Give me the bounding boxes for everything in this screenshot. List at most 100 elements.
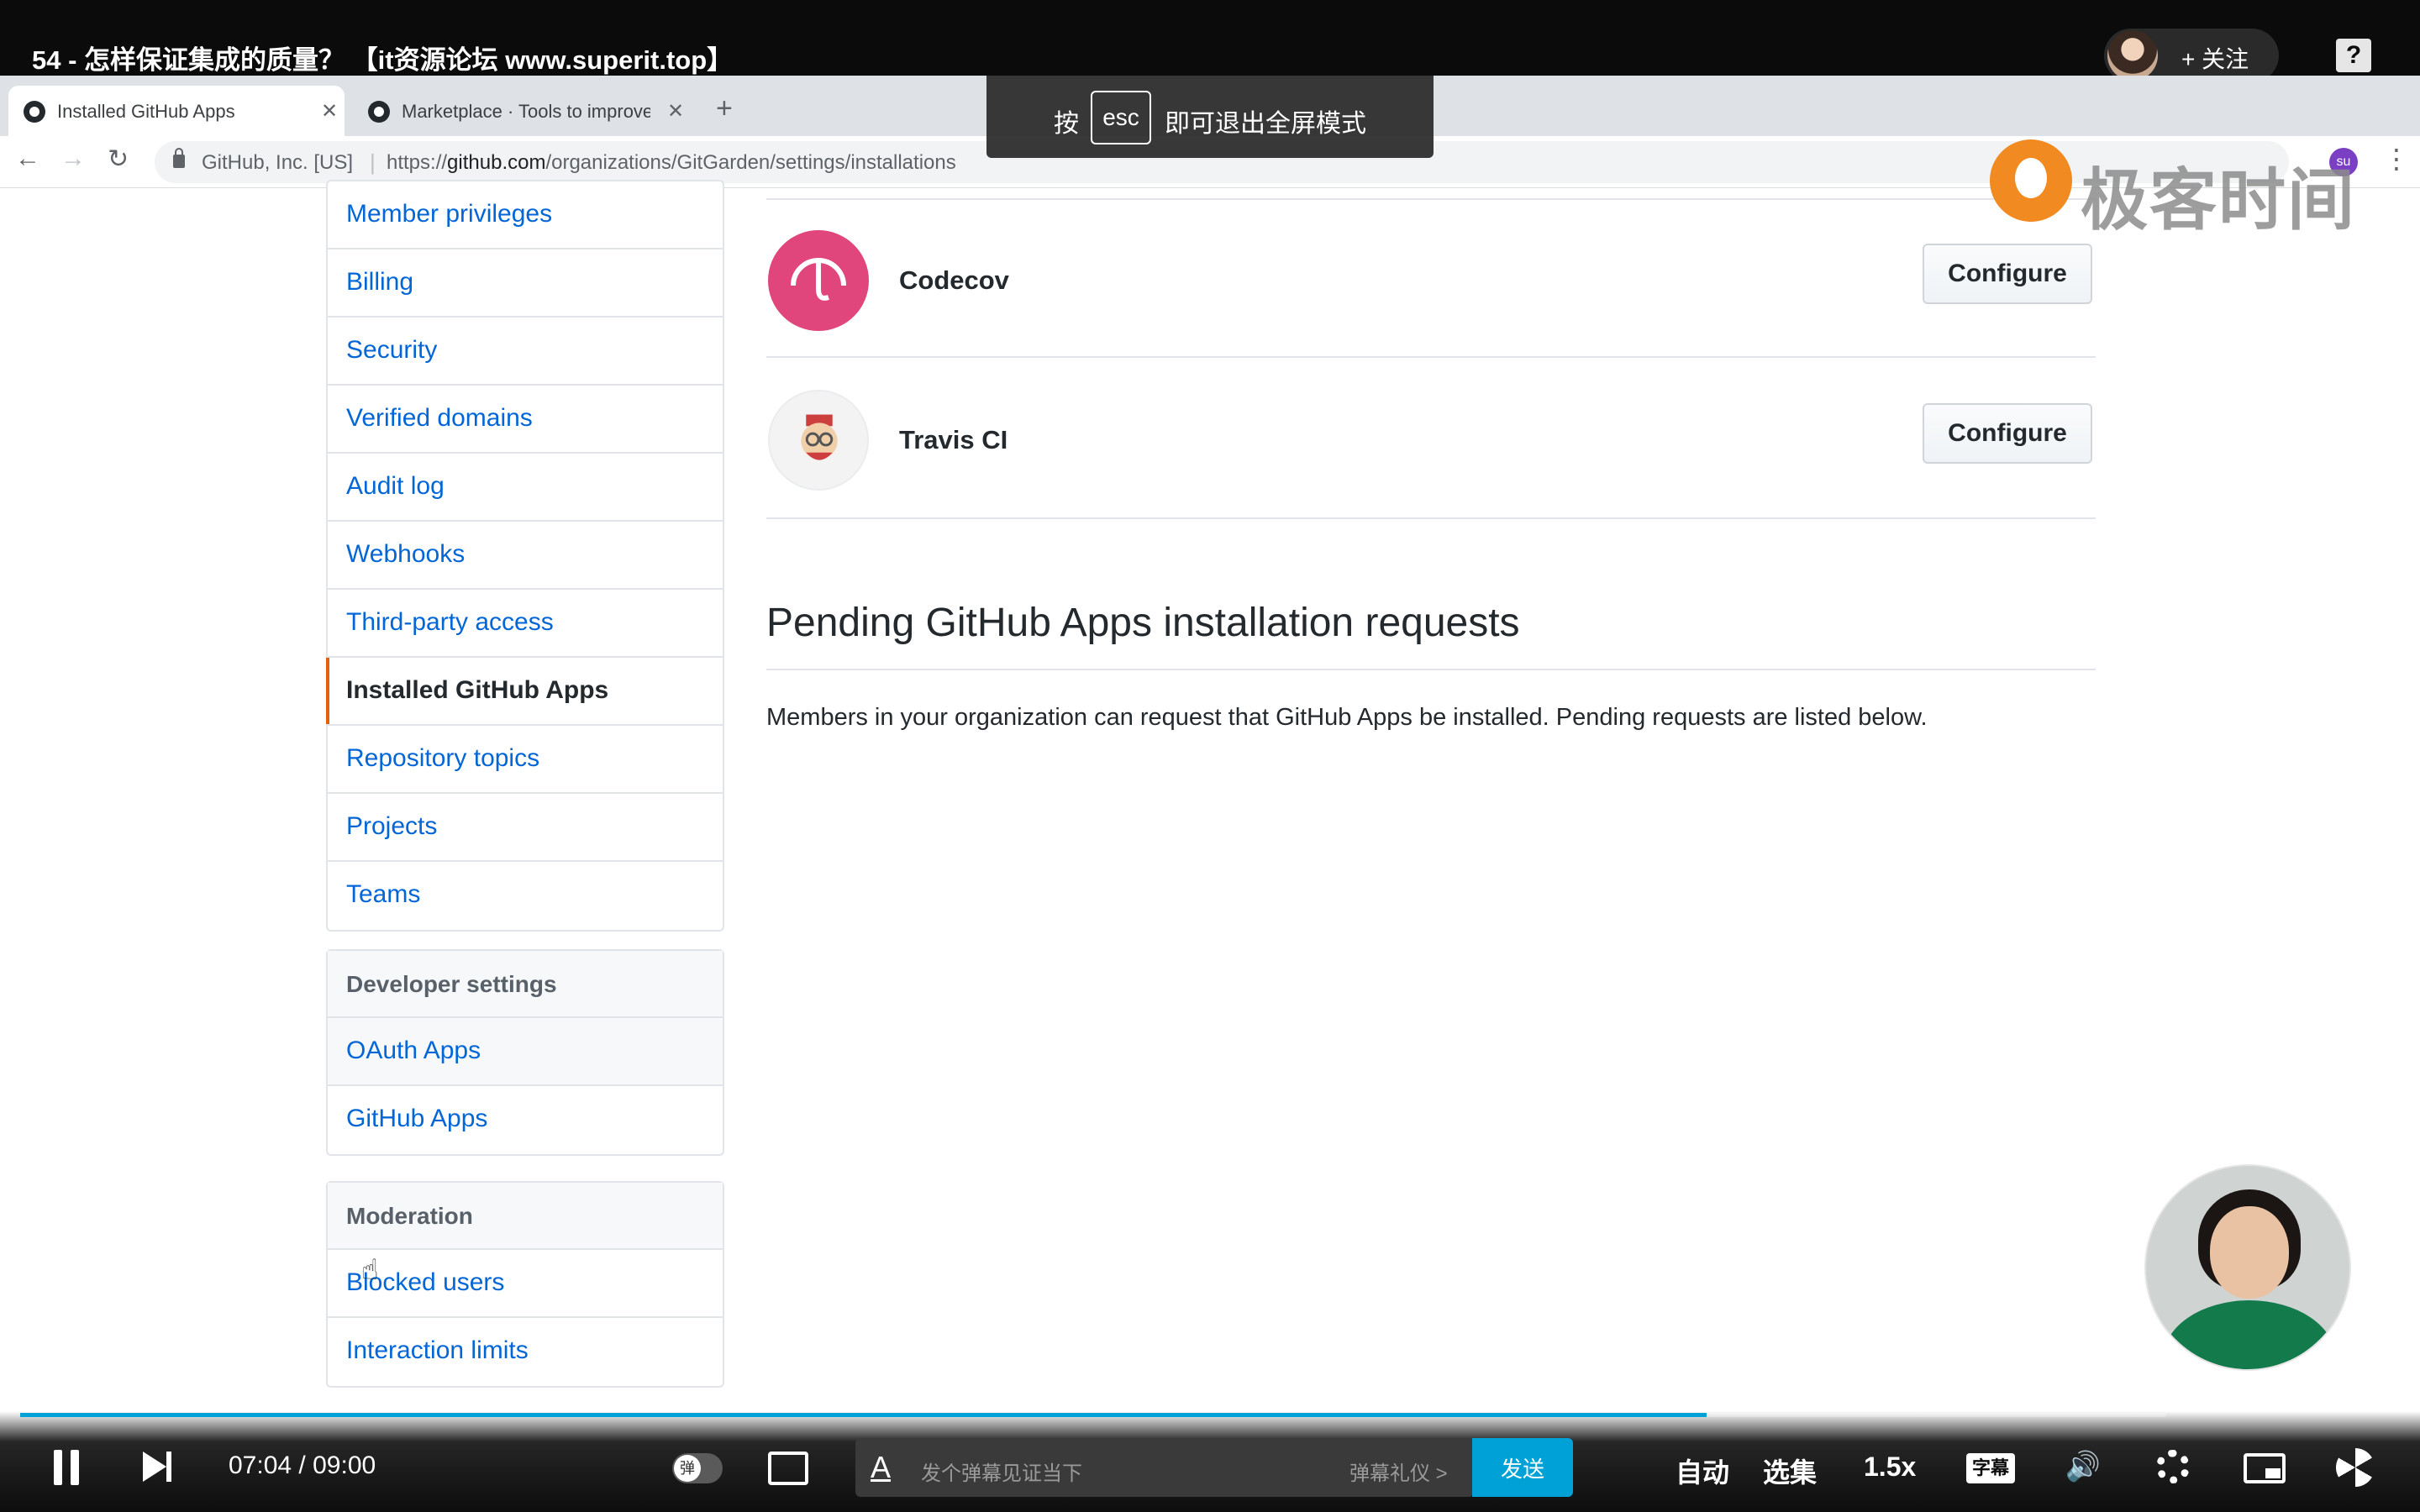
sidebar-item-label: Billing — [346, 268, 414, 296]
sidebar-item-label: Audit log — [346, 472, 445, 500]
app-row-travis-ci: Travis CI Configure — [766, 360, 2096, 519]
menu-icon[interactable]: ⋮ — [2383, 143, 2410, 175]
sidebar-item-blocked-users[interactable]: Blocked users — [328, 1250, 723, 1318]
back-arrow-icon[interactable]: ← — [15, 144, 40, 173]
subtitle-icon[interactable]: 字幕 — [1966, 1453, 2015, 1483]
sidebar-item-label: Third-party access — [346, 608, 554, 636]
sidebar-item-billing[interactable]: Billing — [328, 249, 723, 318]
sidebar-item-teams[interactable]: Teams — [328, 862, 723, 930]
reload-icon[interactable]: ↻ — [108, 144, 129, 174]
sidebar-item-label: OAuth Apps — [346, 1037, 481, 1064]
tab-installed-github-apps[interactable]: Installed GitHub Apps ✕ — [8, 86, 345, 136]
pending-requests-description: Members in your organization can request… — [766, 704, 1928, 731]
presenter-body — [2163, 1300, 2336, 1369]
codecov-umbrella-icon — [791, 258, 846, 301]
fullscreen-toggle-icon[interactable] — [2336, 1448, 2375, 1487]
video-title-bar: 54 - 怎样保证集成的质量？ 【it资源论坛 www.superit.top】… — [0, 0, 2420, 82]
sidebar-item-interaction-limits[interactable]: Interaction limits — [328, 1318, 723, 1386]
sidebar-item-audit-log[interactable]: Audit log — [328, 454, 723, 522]
sidebar-item-projects[interactable]: Projects — [328, 794, 723, 862]
sidebar-item-third-party-access[interactable]: Third-party access — [328, 590, 723, 658]
travis-ci-logo-icon — [768, 390, 869, 491]
progress-bar[interactable] — [20, 1413, 2166, 1417]
sidebar-item-oauth-apps[interactable]: OAuth Apps — [328, 1018, 723, 1086]
sidebar-item-label: Teams — [346, 880, 421, 908]
sidebar-item-label: Security — [346, 336, 438, 364]
sidebar-item-label: Installed GitHub Apps — [346, 676, 609, 704]
codecov-logo-icon — [768, 230, 869, 331]
developer-settings-header: Developer settings — [328, 951, 723, 1018]
hint-suffix: 即可退出全屏模式 — [1165, 110, 1366, 138]
danmaku-settings-icon[interactable] — [768, 1452, 808, 1485]
sidebar-item-github-apps[interactable]: GitHub Apps — [328, 1086, 723, 1154]
url-text: https://github.com/organizations/GitGard… — [387, 151, 956, 175]
pause-icon[interactable] — [54, 1450, 79, 1485]
sidebar-item-security[interactable]: Security — [328, 318, 723, 386]
presenter-camera-bubble[interactable] — [2144, 1164, 2351, 1371]
travis-mascot-icon — [801, 414, 838, 460]
progress-fill — [20, 1413, 1707, 1417]
sidebar-item-label: Verified domains — [346, 404, 533, 432]
sidebar-item-label: GitHub Apps — [346, 1105, 488, 1132]
sidebar-item-repository-topics[interactable]: Repository topics — [328, 726, 723, 794]
lock-icon — [173, 148, 185, 168]
new-tab-button[interactable]: + — [716, 92, 733, 125]
settings-gear-icon[interactable] — [2156, 1450, 2190, 1483]
episodes-button[interactable]: 选集 — [1763, 1452, 1817, 1490]
playback-speed-button[interactable]: 1.5x — [1864, 1452, 1916, 1483]
picture-in-picture-icon[interactable] — [2244, 1453, 2286, 1483]
github-icon — [368, 101, 390, 123]
danmaku-placeholder: 发个弹幕见证当下 — [921, 1462, 1082, 1485]
geektime-watermark-logo: 极客时间 — [1990, 138, 2354, 238]
pending-requests-heading: Pending GitHub Apps installation request… — [766, 600, 2096, 670]
tab-title: Installed GitHub Apps — [57, 101, 235, 122]
forward-arrow-icon[interactable]: → — [60, 144, 86, 173]
close-icon[interactable]: ✕ — [667, 99, 684, 123]
sidebar-item-installed-github-apps[interactable]: Installed GitHub Apps — [326, 658, 723, 726]
danmaku-toggle[interactable] — [672, 1453, 723, 1483]
help-icon[interactable]: ? — [2336, 39, 2371, 72]
sidebar-item-label: Repository topics — [346, 744, 540, 772]
danmaku-input[interactable]: A 发个弹幕见证当下 弹幕礼仪 > — [855, 1438, 1474, 1497]
section-heading: Moderation — [346, 1203, 473, 1229]
geektime-logo-icon — [1990, 139, 2072, 222]
moderation-menu: Moderation Blocked users Interaction lim… — [326, 1181, 724, 1388]
fullscreen-exit-hint: 按 esc 即可退出全屏模式 — [986, 76, 1434, 158]
time-separator: / — [298, 1452, 306, 1479]
sidebar-item-label: Interaction limits — [346, 1336, 529, 1364]
site-identity: GitHub, Inc. [US] — [202, 151, 354, 174]
sidebar-item-label: Projects — [346, 812, 438, 840]
follow-button[interactable]: + 关注 — [2104, 29, 2279, 82]
sidebar-item-webhooks[interactable]: Webhooks — [328, 522, 723, 590]
follow-label: + 关注 — [2181, 46, 2249, 72]
section-heading: Developer settings — [346, 971, 557, 997]
hint-prefix: 按 — [1054, 110, 1079, 138]
total-time: 09:00 — [313, 1452, 376, 1479]
close-icon[interactable]: ✕ — [321, 99, 338, 123]
moderation-header: Moderation — [328, 1183, 723, 1250]
send-danmaku-button[interactable]: 发送 — [1472, 1438, 1573, 1497]
presenter-face — [2210, 1206, 2289, 1299]
sidebar-item-member-privileges[interactable]: Member privileges — [328, 181, 723, 249]
configure-button[interactable]: Configure — [1923, 244, 2092, 304]
author-avatar — [2107, 30, 2158, 81]
settings-sidebar: Member privileges Billing Security Verif… — [326, 180, 724, 932]
danmaku-etiquette-link[interactable]: 弹幕礼仪 > — [1349, 1457, 1448, 1486]
hand-cursor-icon: ☝ — [361, 1254, 379, 1286]
sidebar-item-verified-domains[interactable]: Verified domains — [328, 386, 723, 454]
app-row-codecov: Codecov Configure — [766, 198, 2096, 358]
sidebar-item-label: Webhooks — [346, 540, 466, 568]
volume-icon[interactable]: 🔊 — [2062, 1448, 2104, 1485]
video-title: 54 - 怎样保证集成的质量？ 【it资源论坛 www.superit.top】 — [32, 45, 734, 75]
esc-key: esc — [1091, 91, 1151, 144]
next-episode-icon[interactable] — [143, 1452, 171, 1482]
tab-marketplace[interactable]: Marketplace · Tools to improve ✕ — [353, 86, 689, 136]
url-prefix: https:// — [387, 151, 448, 174]
github-icon — [24, 101, 45, 123]
font-style-icon[interactable]: A — [871, 1450, 891, 1485]
configure-button[interactable]: Configure — [1923, 403, 2092, 464]
watermark-text: 极客时间 — [2081, 163, 2356, 238]
app-name: Travis CI — [899, 425, 1008, 454]
quality-auto-button[interactable]: 自动 — [1676, 1452, 1729, 1490]
screen: 54 - 怎样保证集成的质量？ 【it资源论坛 www.superit.top】… — [0, 0, 2420, 1512]
